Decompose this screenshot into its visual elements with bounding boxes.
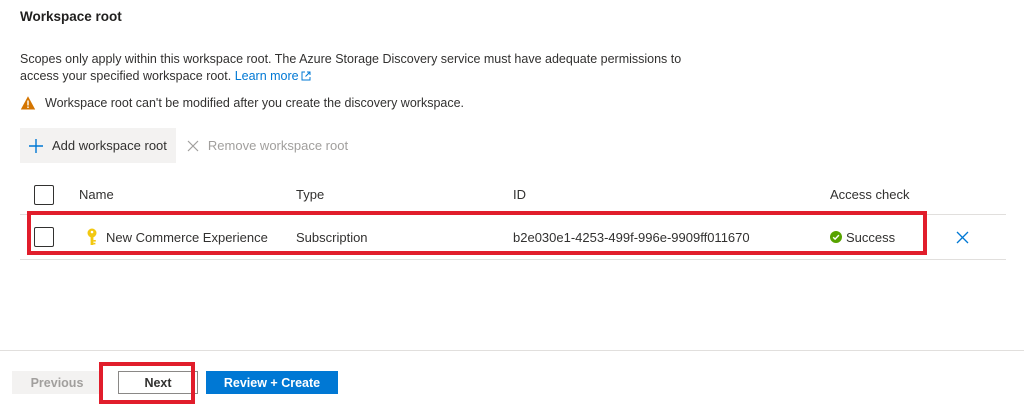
key-icon: [85, 228, 99, 246]
row-id: b2e030e1-4253-499f-996e-9909ff011670: [513, 229, 750, 245]
workspace-root-table: Name Type ID Access check New Commerce E…: [20, 175, 1006, 260]
select-all-checkbox[interactable]: [34, 184, 54, 205]
column-header-name[interactable]: Name: [79, 175, 114, 214]
row-type: Subscription: [296, 229, 368, 245]
previous-button[interactable]: Previous: [12, 371, 102, 394]
warning-message: Workspace root can't be modified after y…: [20, 95, 464, 111]
warning-icon: [20, 95, 36, 111]
access-check-status: Success: [830, 230, 895, 245]
close-icon: [186, 139, 200, 153]
review-create-button[interactable]: Review + Create: [206, 371, 338, 394]
row-name: New Commerce Experience: [106, 229, 268, 245]
wizard-footer: Previous Next Review + Create: [12, 371, 338, 394]
access-check-label: Success: [846, 229, 896, 245]
delete-row-button[interactable]: [956, 231, 969, 244]
table-row[interactable]: New Commerce Experience Subscription b2e…: [20, 215, 1006, 260]
add-workspace-root-button[interactable]: Add workspace root: [20, 128, 176, 163]
column-header-access-check[interactable]: Access check: [830, 175, 909, 214]
toolbar: Add workspace root Remove workspace root: [20, 128, 357, 163]
section-title: Workspace root: [20, 9, 122, 24]
column-header-id[interactable]: ID: [513, 175, 526, 214]
row-checkbox[interactable]: [34, 227, 54, 247]
success-icon: [830, 231, 842, 243]
remove-workspace-root-button[interactable]: Remove workspace root: [176, 128, 357, 163]
plus-icon: [28, 138, 44, 154]
warning-text: Workspace root can't be modified after y…: [45, 96, 465, 110]
description-text: Scopes only apply within this workspace …: [20, 52, 682, 83]
add-workspace-root-label: Add workspace root: [52, 138, 167, 153]
table-header: Name Type ID Access check: [20, 175, 1006, 215]
learn-more-link[interactable]: Learn more: [235, 69, 311, 83]
description: Scopes only apply within this workspace …: [20, 51, 720, 86]
next-button[interactable]: Next: [118, 371, 198, 394]
remove-workspace-root-label: Remove workspace root: [207, 138, 349, 153]
footer-divider: [0, 350, 1024, 351]
external-link-icon: [301, 69, 311, 86]
column-header-type[interactable]: Type: [296, 175, 324, 214]
